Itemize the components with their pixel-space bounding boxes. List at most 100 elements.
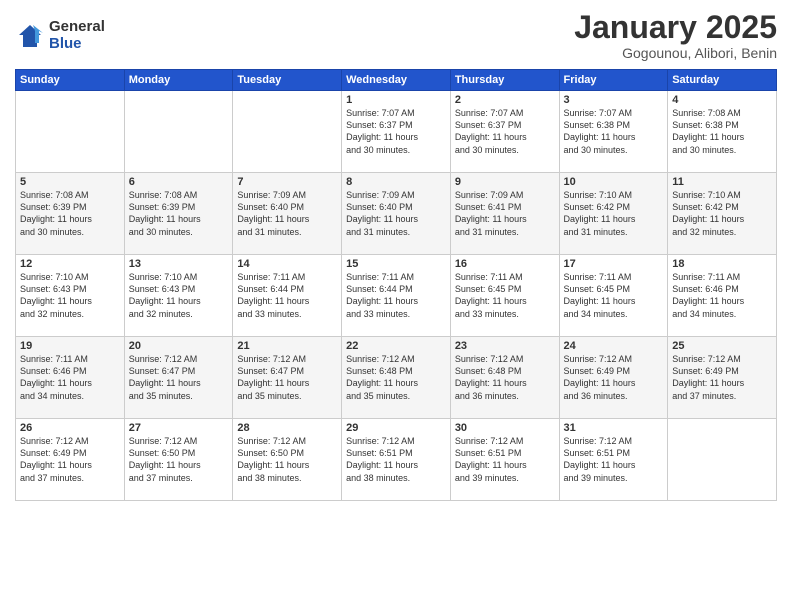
calendar-cell: 10Sunrise: 7:10 AM Sunset: 6:42 PM Dayli… bbox=[559, 173, 668, 255]
day-info: Sunrise: 7:12 AM Sunset: 6:51 PM Dayligh… bbox=[346, 435, 446, 484]
day-number: 1 bbox=[346, 94, 446, 106]
day-info: Sunrise: 7:07 AM Sunset: 6:37 PM Dayligh… bbox=[346, 107, 446, 156]
calendar-table: SundayMondayTuesdayWednesdayThursdayFrid… bbox=[15, 69, 777, 501]
day-info: Sunrise: 7:12 AM Sunset: 6:48 PM Dayligh… bbox=[455, 353, 555, 402]
page: General Blue January 2025 Gogounou, Alib… bbox=[0, 0, 792, 612]
day-number: 26 bbox=[20, 422, 120, 434]
day-number: 3 bbox=[564, 94, 664, 106]
day-number: 13 bbox=[129, 258, 229, 270]
day-info: Sunrise: 7:11 AM Sunset: 6:44 PM Dayligh… bbox=[346, 271, 446, 320]
logo-text: General Blue bbox=[49, 19, 105, 52]
day-info: Sunrise: 7:07 AM Sunset: 6:37 PM Dayligh… bbox=[455, 107, 555, 156]
day-number: 6 bbox=[129, 176, 229, 188]
header: General Blue January 2025 Gogounou, Alib… bbox=[15, 10, 777, 61]
day-info: Sunrise: 7:12 AM Sunset: 6:47 PM Dayligh… bbox=[129, 353, 229, 402]
col-header-tuesday: Tuesday bbox=[233, 70, 342, 91]
day-number: 9 bbox=[455, 176, 555, 188]
day-number: 10 bbox=[564, 176, 664, 188]
col-header-thursday: Thursday bbox=[450, 70, 559, 91]
day-info: Sunrise: 7:10 AM Sunset: 6:42 PM Dayligh… bbox=[672, 189, 772, 238]
logo: General Blue bbox=[15, 19, 105, 52]
calendar-cell: 19Sunrise: 7:11 AM Sunset: 6:46 PM Dayli… bbox=[16, 337, 125, 419]
day-info: Sunrise: 7:12 AM Sunset: 6:50 PM Dayligh… bbox=[129, 435, 229, 484]
calendar-cell: 29Sunrise: 7:12 AM Sunset: 6:51 PM Dayli… bbox=[342, 419, 451, 501]
day-info: Sunrise: 7:09 AM Sunset: 6:41 PM Dayligh… bbox=[455, 189, 555, 238]
day-number: 5 bbox=[20, 176, 120, 188]
calendar-cell: 9Sunrise: 7:09 AM Sunset: 6:41 PM Daylig… bbox=[450, 173, 559, 255]
day-info: Sunrise: 7:08 AM Sunset: 6:39 PM Dayligh… bbox=[129, 189, 229, 238]
calendar-cell: 8Sunrise: 7:09 AM Sunset: 6:40 PM Daylig… bbox=[342, 173, 451, 255]
day-number: 25 bbox=[672, 340, 772, 352]
day-info: Sunrise: 7:11 AM Sunset: 6:46 PM Dayligh… bbox=[672, 271, 772, 320]
title-block: January 2025 Gogounou, Alibori, Benin bbox=[574, 10, 777, 61]
calendar-cell: 3Sunrise: 7:07 AM Sunset: 6:38 PM Daylig… bbox=[559, 91, 668, 173]
day-number: 11 bbox=[672, 176, 772, 188]
calendar-cell bbox=[16, 91, 125, 173]
col-header-friday: Friday bbox=[559, 70, 668, 91]
calendar-cell: 13Sunrise: 7:10 AM Sunset: 6:43 PM Dayli… bbox=[124, 255, 233, 337]
day-info: Sunrise: 7:10 AM Sunset: 6:43 PM Dayligh… bbox=[20, 271, 120, 320]
day-number: 28 bbox=[237, 422, 337, 434]
calendar-week-4: 26Sunrise: 7:12 AM Sunset: 6:49 PM Dayli… bbox=[16, 419, 777, 501]
day-info: Sunrise: 7:08 AM Sunset: 6:39 PM Dayligh… bbox=[20, 189, 120, 238]
day-number: 16 bbox=[455, 258, 555, 270]
day-info: Sunrise: 7:09 AM Sunset: 6:40 PM Dayligh… bbox=[237, 189, 337, 238]
calendar-cell: 5Sunrise: 7:08 AM Sunset: 6:39 PM Daylig… bbox=[16, 173, 125, 255]
day-number: 24 bbox=[564, 340, 664, 352]
calendar-cell: 17Sunrise: 7:11 AM Sunset: 6:45 PM Dayli… bbox=[559, 255, 668, 337]
calendar-cell: 21Sunrise: 7:12 AM Sunset: 6:47 PM Dayli… bbox=[233, 337, 342, 419]
day-info: Sunrise: 7:12 AM Sunset: 6:49 PM Dayligh… bbox=[672, 353, 772, 402]
day-info: Sunrise: 7:12 AM Sunset: 6:49 PM Dayligh… bbox=[564, 353, 664, 402]
calendar-location: Gogounou, Alibori, Benin bbox=[574, 45, 777, 61]
calendar-cell: 14Sunrise: 7:11 AM Sunset: 6:44 PM Dayli… bbox=[233, 255, 342, 337]
calendar-cell: 26Sunrise: 7:12 AM Sunset: 6:49 PM Dayli… bbox=[16, 419, 125, 501]
calendar-cell: 25Sunrise: 7:12 AM Sunset: 6:49 PM Dayli… bbox=[668, 337, 777, 419]
day-number: 31 bbox=[564, 422, 664, 434]
logo-icon bbox=[15, 21, 45, 51]
day-number: 8 bbox=[346, 176, 446, 188]
calendar-cell: 12Sunrise: 7:10 AM Sunset: 6:43 PM Dayli… bbox=[16, 255, 125, 337]
calendar-cell: 15Sunrise: 7:11 AM Sunset: 6:44 PM Dayli… bbox=[342, 255, 451, 337]
day-info: Sunrise: 7:10 AM Sunset: 6:42 PM Dayligh… bbox=[564, 189, 664, 238]
day-info: Sunrise: 7:11 AM Sunset: 6:46 PM Dayligh… bbox=[20, 353, 120, 402]
calendar-cell: 22Sunrise: 7:12 AM Sunset: 6:48 PM Dayli… bbox=[342, 337, 451, 419]
calendar-week-1: 5Sunrise: 7:08 AM Sunset: 6:39 PM Daylig… bbox=[16, 173, 777, 255]
day-number: 4 bbox=[672, 94, 772, 106]
calendar-cell bbox=[124, 91, 233, 173]
calendar-cell: 11Sunrise: 7:10 AM Sunset: 6:42 PM Dayli… bbox=[668, 173, 777, 255]
day-number: 18 bbox=[672, 258, 772, 270]
day-number: 15 bbox=[346, 258, 446, 270]
day-info: Sunrise: 7:11 AM Sunset: 6:45 PM Dayligh… bbox=[455, 271, 555, 320]
calendar-cell: 1Sunrise: 7:07 AM Sunset: 6:37 PM Daylig… bbox=[342, 91, 451, 173]
day-number: 12 bbox=[20, 258, 120, 270]
col-header-saturday: Saturday bbox=[668, 70, 777, 91]
day-number: 17 bbox=[564, 258, 664, 270]
day-number: 22 bbox=[346, 340, 446, 352]
day-info: Sunrise: 7:11 AM Sunset: 6:44 PM Dayligh… bbox=[237, 271, 337, 320]
day-number: 7 bbox=[237, 176, 337, 188]
calendar-cell bbox=[233, 91, 342, 173]
day-info: Sunrise: 7:12 AM Sunset: 6:50 PM Dayligh… bbox=[237, 435, 337, 484]
calendar-cell: 4Sunrise: 7:08 AM Sunset: 6:38 PM Daylig… bbox=[668, 91, 777, 173]
logo-blue-text: Blue bbox=[49, 36, 105, 53]
day-info: Sunrise: 7:12 AM Sunset: 6:51 PM Dayligh… bbox=[455, 435, 555, 484]
col-header-monday: Monday bbox=[124, 70, 233, 91]
col-header-sunday: Sunday bbox=[16, 70, 125, 91]
calendar-cell: 31Sunrise: 7:12 AM Sunset: 6:51 PM Dayli… bbox=[559, 419, 668, 501]
day-number: 2 bbox=[455, 94, 555, 106]
calendar-cell: 30Sunrise: 7:12 AM Sunset: 6:51 PM Dayli… bbox=[450, 419, 559, 501]
day-info: Sunrise: 7:11 AM Sunset: 6:45 PM Dayligh… bbox=[564, 271, 664, 320]
day-info: Sunrise: 7:08 AM Sunset: 6:38 PM Dayligh… bbox=[672, 107, 772, 156]
calendar-cell bbox=[668, 419, 777, 501]
day-number: 29 bbox=[346, 422, 446, 434]
calendar-week-2: 12Sunrise: 7:10 AM Sunset: 6:43 PM Dayli… bbox=[16, 255, 777, 337]
calendar-week-0: 1Sunrise: 7:07 AM Sunset: 6:37 PM Daylig… bbox=[16, 91, 777, 173]
day-info: Sunrise: 7:12 AM Sunset: 6:47 PM Dayligh… bbox=[237, 353, 337, 402]
calendar-cell: 18Sunrise: 7:11 AM Sunset: 6:46 PM Dayli… bbox=[668, 255, 777, 337]
day-info: Sunrise: 7:09 AM Sunset: 6:40 PM Dayligh… bbox=[346, 189, 446, 238]
calendar-cell: 2Sunrise: 7:07 AM Sunset: 6:37 PM Daylig… bbox=[450, 91, 559, 173]
calendar-cell: 20Sunrise: 7:12 AM Sunset: 6:47 PM Dayli… bbox=[124, 337, 233, 419]
calendar-cell: 7Sunrise: 7:09 AM Sunset: 6:40 PM Daylig… bbox=[233, 173, 342, 255]
day-number: 21 bbox=[237, 340, 337, 352]
calendar-week-3: 19Sunrise: 7:11 AM Sunset: 6:46 PM Dayli… bbox=[16, 337, 777, 419]
